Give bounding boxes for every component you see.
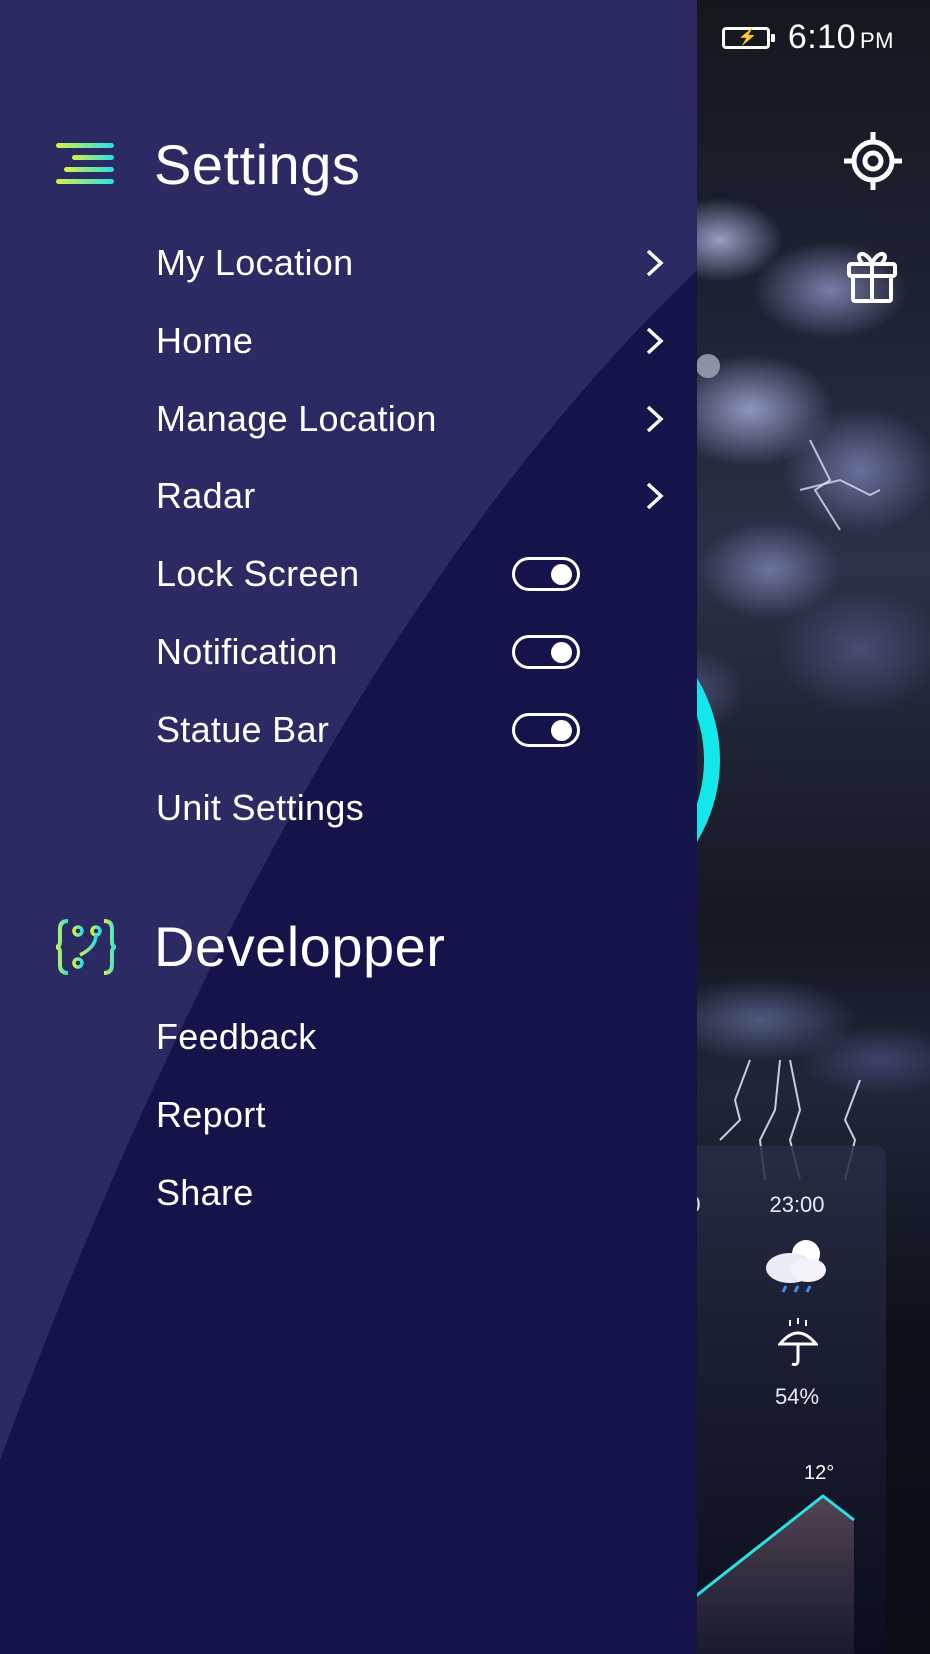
menu-item-manage-location[interactable]: Manage Location [156,394,666,444]
location-target-icon[interactable] [844,132,902,190]
menu-item-report[interactable]: Report [156,1090,666,1140]
clock-ampm: PM [860,28,894,53]
code-branch-icon[interactable] [56,917,116,977]
statue-bar-toggle[interactable] [512,713,580,747]
menu-item-feedback[interactable]: Feedback [156,1012,666,1062]
chevron-right-icon [646,405,664,433]
developer-title: Developper [154,915,446,978]
developer-header: Developper [56,914,445,979]
toggle-knob [551,642,572,663]
menu-item-label: Feedback [156,1016,317,1057]
lock-screen-toggle[interactable] [512,557,580,591]
gift-icon[interactable] [846,246,898,304]
menu-item-lock-screen: Lock Screen [156,549,666,599]
cloud-moon-rain-icon [766,1240,826,1293]
menu-item-notification: Notification [156,627,666,677]
menu-item-home[interactable]: Home [156,316,666,366]
menu-item-label: Notification [156,631,338,672]
status-bar: ⚡ 6:10 PM [721,18,894,57]
menu-item-label: Manage Location [156,398,437,439]
notification-toggle[interactable] [512,635,580,669]
chevron-right-icon [646,482,664,510]
menu-item-label: Home [156,320,254,361]
hourly-column-rain: 54% [762,1370,832,1410]
menu-item-label: Statue Bar [156,709,330,750]
settings-header: Settings [56,132,360,197]
clock-time: 6:10 [787,18,856,56]
menu-item-label: My Location [156,242,354,283]
menu-item-statue-bar: Statue Bar [156,705,666,755]
menu-item-label: Radar [156,475,256,516]
hourly-rain: 54% [774,1384,820,1409]
toggle-knob [551,720,572,741]
battery-charging-icon: ⚡ [721,26,775,49]
menu-item-label: Share [156,1172,254,1213]
menu-item-share[interactable]: Share [156,1168,666,1218]
menu-item-label: Unit Settings [156,787,364,828]
menu-item-unit-settings[interactable]: Unit Settings [156,783,666,833]
umbrella-icon [778,1318,818,1366]
chevron-right-icon [646,327,664,355]
menu-item-label: Report [156,1094,266,1135]
chevron-right-icon [646,249,664,277]
menu-lines-icon[interactable] [56,135,116,195]
hourly-time: 23:00 [769,1192,825,1217]
bolt-icon: ⚡ [737,28,758,46]
menu-item-label: Lock Screen [156,553,360,594]
menu-item-my-location[interactable]: My Location [156,238,666,288]
page-indicator-dot [696,354,720,378]
settings-title: Settings [154,133,361,196]
app-screen: ⚡ 6:10PM 00 % [0,0,930,1654]
navigation-drawer: Settings My Location Home Manage Locatio… [0,0,697,1654]
toggle-knob [551,564,572,585]
menu-item-radar[interactable]: Radar [156,471,666,521]
hourly-column-2300: 23:00 [762,1192,832,1218]
clock: 6:10 PM [788,18,894,57]
